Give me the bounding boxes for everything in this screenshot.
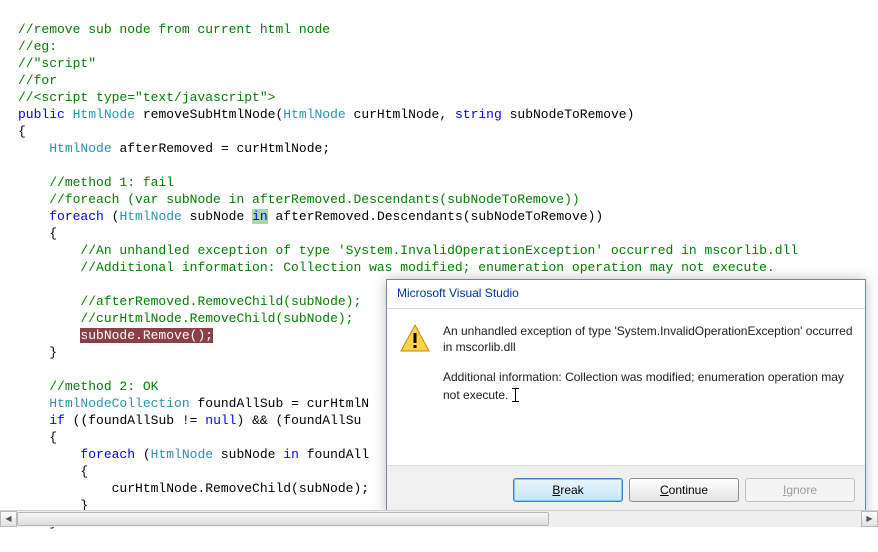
var: curHtmlN	[307, 396, 369, 411]
comment-line: //An unhandled exception of type 'System…	[80, 243, 798, 258]
break-button[interactable]: Break	[513, 478, 623, 502]
param: curHtmlNode	[354, 107, 440, 122]
scroll-right-button[interactable]: ▶	[861, 511, 878, 527]
dialog-title: Microsoft Visual Studio	[387, 280, 865, 309]
var: foundAllSub	[197, 396, 283, 411]
exception-message-additional: Additional information: Collection was m…	[443, 369, 853, 403]
type-htmlnode: HtmlNode	[49, 141, 111, 156]
continue-button[interactable]: Continue	[629, 478, 739, 502]
cond: ) && (foundAllSu	[236, 413, 361, 428]
comment-line: //foreach (var subNode in afterRemoved.D…	[49, 192, 580, 207]
exception-source-line: subNode.Remove();	[80, 328, 213, 343]
var: foundAll	[307, 447, 369, 462]
text-cursor-icon	[512, 388, 520, 402]
scroll-track[interactable]	[17, 511, 861, 527]
comment-line: //eg:	[18, 39, 57, 54]
keyword-in: in	[252, 209, 268, 224]
warning-icon	[399, 323, 431, 355]
comment-line: //method 1: fail	[49, 175, 174, 190]
keyword-foreach: foreach	[49, 209, 104, 224]
comment-line: //method 2: OK	[49, 379, 158, 394]
keyword-null: null	[205, 413, 236, 428]
param: subNodeToRemove	[510, 107, 627, 122]
keyword-string: string	[455, 107, 502, 122]
comment-line: //<script type="text/javascript">	[18, 90, 275, 105]
scroll-left-button[interactable]: ◀	[0, 511, 17, 527]
var: afterRemoved	[119, 141, 213, 156]
keyword-public: public	[18, 107, 65, 122]
ignore-button: Ignore	[745, 478, 855, 502]
type-htmlnode: HtmlNode	[119, 209, 181, 224]
comment-line: //curHtmlNode.RemoveChild(subNode);	[80, 311, 353, 326]
keyword-in: in	[283, 447, 299, 462]
comment-line: //"script"	[18, 56, 96, 71]
comment-line: //afterRemoved.RemoveChild(subNode);	[80, 294, 361, 309]
horizontal-scrollbar[interactable]: ◀ ▶	[0, 510, 878, 527]
exception-message-primary: An unhandled exception of type 'System.I…	[443, 323, 853, 355]
var: subNode	[190, 209, 245, 224]
type-htmlnodecollection: HtmlNodeCollection	[49, 396, 189, 411]
call: .Descendants(subNodeToRemove))	[369, 209, 603, 224]
type-htmlnode: HtmlNode	[283, 107, 345, 122]
dialog-body: An unhandled exception of type 'System.I…	[387, 309, 865, 465]
type-htmlnode: HtmlNode	[73, 107, 135, 122]
var: curHtmlNode	[236, 141, 322, 156]
dialog-button-row: Break Continue Ignore	[387, 465, 865, 514]
exception-dialog: Microsoft Visual Studio An unhandled exc…	[386, 279, 866, 515]
var: afterRemoved	[276, 209, 370, 224]
comment-line: //for	[18, 73, 57, 88]
var: subNode	[221, 447, 276, 462]
cond: ((foundAllSub !=	[73, 413, 206, 428]
keyword-foreach: foreach	[80, 447, 135, 462]
stmt: curHtmlNode.RemoveChild(subNode);	[112, 481, 369, 496]
comment-line: //Additional information: Collection was…	[80, 260, 774, 275]
keyword-if: if	[49, 413, 65, 428]
type-htmlnode: HtmlNode	[151, 447, 213, 462]
comment-line: //remove sub node from current html node	[18, 22, 330, 37]
dialog-text: An unhandled exception of type 'System.I…	[443, 323, 853, 461]
scroll-thumb[interactable]	[17, 512, 549, 526]
method-name: removeSubHtmlNode	[143, 107, 276, 122]
